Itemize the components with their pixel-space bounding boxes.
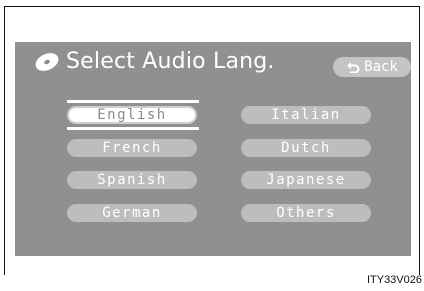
figure-caption: ITY33V026 <box>366 274 422 286</box>
selection-bar-bottom <box>67 127 199 130</box>
language-button-german[interactable]: German <box>67 204 197 222</box>
language-button-french[interactable]: French <box>67 139 197 157</box>
language-button-spanish[interactable]: Spanish <box>67 171 197 189</box>
language-button-others[interactable]: Others <box>241 204 371 222</box>
language-label: Dutch <box>281 140 331 156</box>
language-label: Japanese <box>266 172 346 188</box>
selection-bar-top <box>67 100 199 103</box>
back-button[interactable]: Back <box>333 57 411 77</box>
screen-title: Select Audio Lang. <box>33 49 275 74</box>
language-label: English <box>97 107 167 123</box>
language-label: Others <box>276 205 336 221</box>
language-button-italian[interactable]: Italian <box>241 106 371 124</box>
language-button-japanese[interactable]: Japanese <box>241 171 371 189</box>
title-text: Select Audio Lang. <box>66 49 275 74</box>
language-button-english[interactable]: English <box>67 106 197 124</box>
return-arrow-icon <box>346 61 360 74</box>
audio-language-screen: Select Audio Lang. Back English Italian … <box>15 42 411 256</box>
back-label: Back <box>364 59 398 75</box>
language-button-dutch[interactable]: Dutch <box>241 139 371 157</box>
language-label: Spanish <box>97 172 167 188</box>
language-label: Italian <box>271 107 341 123</box>
disc-icon <box>33 51 61 73</box>
language-label: German <box>102 205 162 221</box>
language-label: French <box>102 140 162 156</box>
